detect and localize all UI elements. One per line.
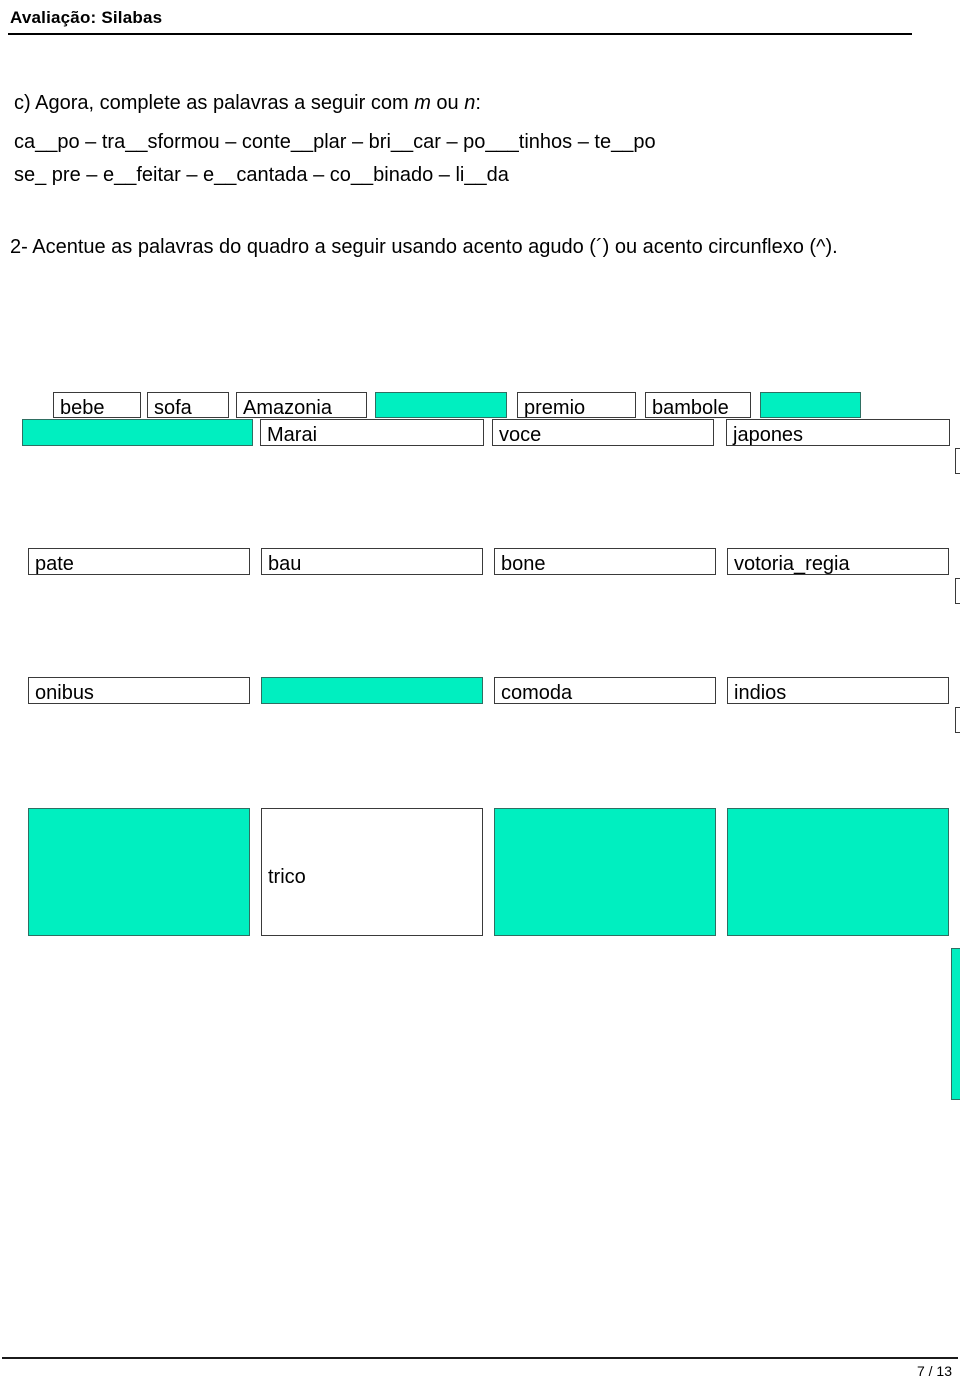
word-box-votoria_regia[interactable]: votoria_regia xyxy=(727,548,949,575)
word-box-voce[interactable]: voce xyxy=(492,419,714,446)
word-box-empty[interactable] xyxy=(951,948,960,1100)
word-box-empty[interactable] xyxy=(261,677,483,704)
word-box-trico[interactable]: trico xyxy=(261,808,483,936)
word-box-bambole[interactable]: bambole xyxy=(645,392,751,418)
q1c-prompt-text-before: c) Agora, complete as palavras a seguir … xyxy=(14,92,415,114)
word-box-marai[interactable]: Marai xyxy=(260,419,484,446)
word-box-empty[interactable] xyxy=(375,392,507,418)
page-header: Avaliação: Silabas xyxy=(0,0,960,40)
word-box-empty[interactable] xyxy=(955,707,960,733)
word-box-empty[interactable] xyxy=(727,808,949,936)
page-title: Avaliação: Silabas xyxy=(10,8,163,27)
word-box-comoda[interactable]: comoda xyxy=(494,677,716,704)
word-box-empty[interactable] xyxy=(494,808,716,936)
q1c-italic-m: m xyxy=(414,92,431,114)
word-box-premio[interactable]: premio xyxy=(517,392,636,418)
word-box-bone[interactable]: bone xyxy=(494,548,716,575)
word-box-indios[interactable]: indios xyxy=(727,677,949,704)
word-box-bau[interactable]: bau xyxy=(261,548,483,575)
footer-divider xyxy=(2,1357,958,1359)
word-box-empty[interactable] xyxy=(28,808,250,936)
question-1c-words-line-1: ca__po – tra__sformou – conte__plar – br… xyxy=(14,131,656,153)
word-box-empty[interactable] xyxy=(22,419,253,446)
word-box-bebe[interactable]: bebe xyxy=(53,392,141,418)
q1c-italic-n: n xyxy=(464,92,476,114)
page-footer: 7 / 13 xyxy=(0,1330,960,1379)
word-box-empty[interactable] xyxy=(760,392,861,418)
word-box-onibus[interactable]: onibus xyxy=(28,677,250,704)
word-box-sofa[interactable]: sofa xyxy=(147,392,229,418)
word-box-empty[interactable] xyxy=(955,578,960,604)
page-number: 7 / 13 xyxy=(916,1363,952,1379)
question-2-prompt: 2- Acentue as palavras do quadro a segui… xyxy=(10,236,838,258)
question-1c-prompt: c) Agora, complete as palavras a seguir … xyxy=(14,88,481,118)
q1c-prompt-text-after: : xyxy=(475,92,481,114)
word-box-japones[interactable]: japones xyxy=(726,419,950,446)
header-divider xyxy=(8,33,912,35)
word-box-amazonia[interactable]: Amazonia xyxy=(236,392,367,418)
word-box-label: trico xyxy=(268,866,306,888)
question-1c-words-line-2: se_ pre – e__feitar – e__cantada – co__b… xyxy=(14,164,509,186)
word-box-pate[interactable]: pate xyxy=(28,548,250,575)
word-box-empty[interactable] xyxy=(955,448,960,474)
q1c-prompt-text-between: ou xyxy=(430,92,465,114)
